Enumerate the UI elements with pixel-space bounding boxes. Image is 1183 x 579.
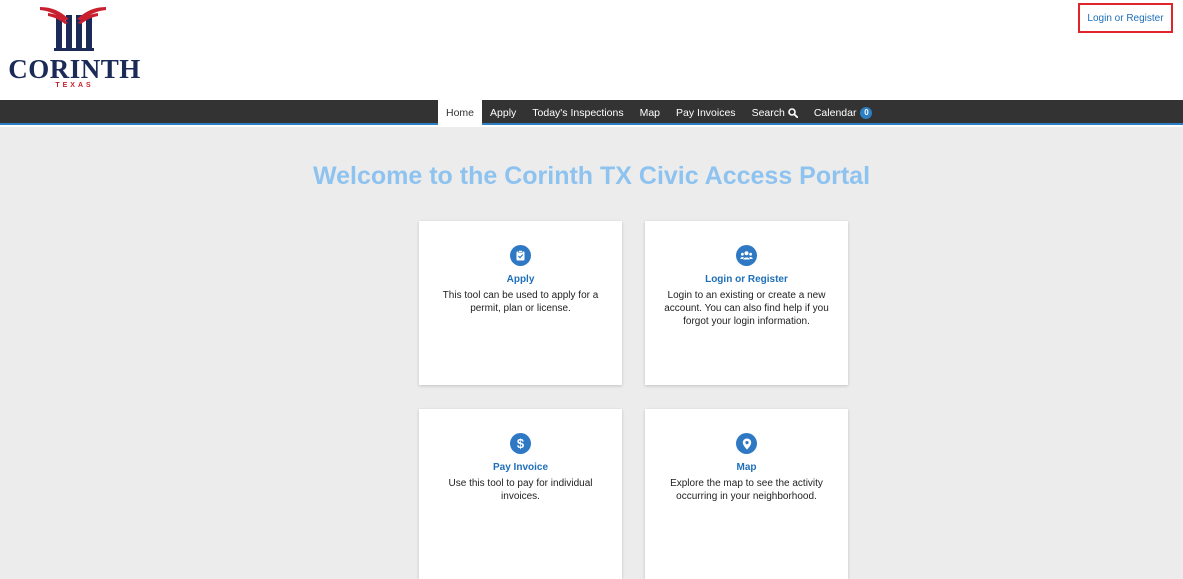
nav-item-search[interactable]: Search: [744, 100, 806, 125]
card-title: Login or Register: [705, 274, 788, 285]
nav-item-label: Search: [751, 106, 785, 119]
card-description: Explore the map to see the activity occu…: [670, 478, 823, 502]
apply-card[interactable]: Apply This tool can be used to apply for…: [419, 221, 622, 385]
corinth-logo[interactable]: CORINTH TEXAS: [7, 5, 142, 95]
login-register-card[interactable]: Login or Register Login to an existing o…: [645, 221, 848, 385]
logo-mark-icon: [40, 7, 106, 51]
logo-subtitle: TEXAS: [55, 82, 94, 89]
card-title: Map: [736, 462, 757, 473]
logo-wordmark: CORINTH: [8, 54, 141, 84]
main-navbar: Home Apply Today's Inspections Map Pay I…: [0, 100, 1183, 125]
nav-item-label: Today's Inspections: [532, 106, 624, 119]
search-icon: [788, 107, 798, 118]
nav-item-todays-inspections[interactable]: Today's Inspections: [524, 100, 631, 125]
nav-item-calendar[interactable]: Calendar 0: [806, 100, 881, 125]
page-title: Welcome to the Corinth TX Civic Access P…: [312, 162, 871, 190]
login-register-link[interactable]: Login or Register: [1078, 3, 1173, 33]
nav-item-pay-invoices[interactable]: Pay Invoices: [668, 100, 744, 125]
nav-item-home[interactable]: Home: [438, 100, 483, 125]
card-title: Pay Invoice: [492, 462, 549, 473]
clipboard-check-icon: [510, 245, 531, 266]
main-content: Welcome to the Corinth TX Civic Access P…: [0, 127, 1183, 579]
calendar-count-badge: 0: [860, 106, 873, 119]
pay-invoice-card[interactable]: $ Pay Invoice Use this tool to pay for i…: [419, 409, 622, 579]
map-card[interactable]: Map Explore the map to see the activity …: [645, 409, 848, 579]
nav-item-label: Pay Invoices: [676, 106, 736, 119]
nav-item-label: Calendar: [813, 106, 857, 119]
card-title: Apply: [506, 274, 535, 285]
card-description: Login to an existing or create a new acc…: [664, 290, 829, 327]
map-pin-icon: [736, 433, 757, 454]
nav-item-map[interactable]: Map: [632, 100, 668, 125]
dollar-icon: $: [510, 433, 531, 454]
nav-menu: Home Apply Today's Inspections Map Pay I…: [438, 100, 880, 125]
nav-item-label: Map: [639, 106, 661, 119]
card-description: This tool can be used to apply for a per…: [442, 290, 599, 314]
header: CORINTH TEXAS Login or Register: [0, 0, 1183, 100]
users-icon: [736, 245, 757, 266]
nav-item-apply[interactable]: Apply: [482, 100, 524, 125]
card-description: Use this tool to pay for individual invo…: [448, 478, 593, 502]
nav-item-label: Apply: [490, 106, 517, 119]
nav-item-label: Home: [446, 106, 475, 119]
